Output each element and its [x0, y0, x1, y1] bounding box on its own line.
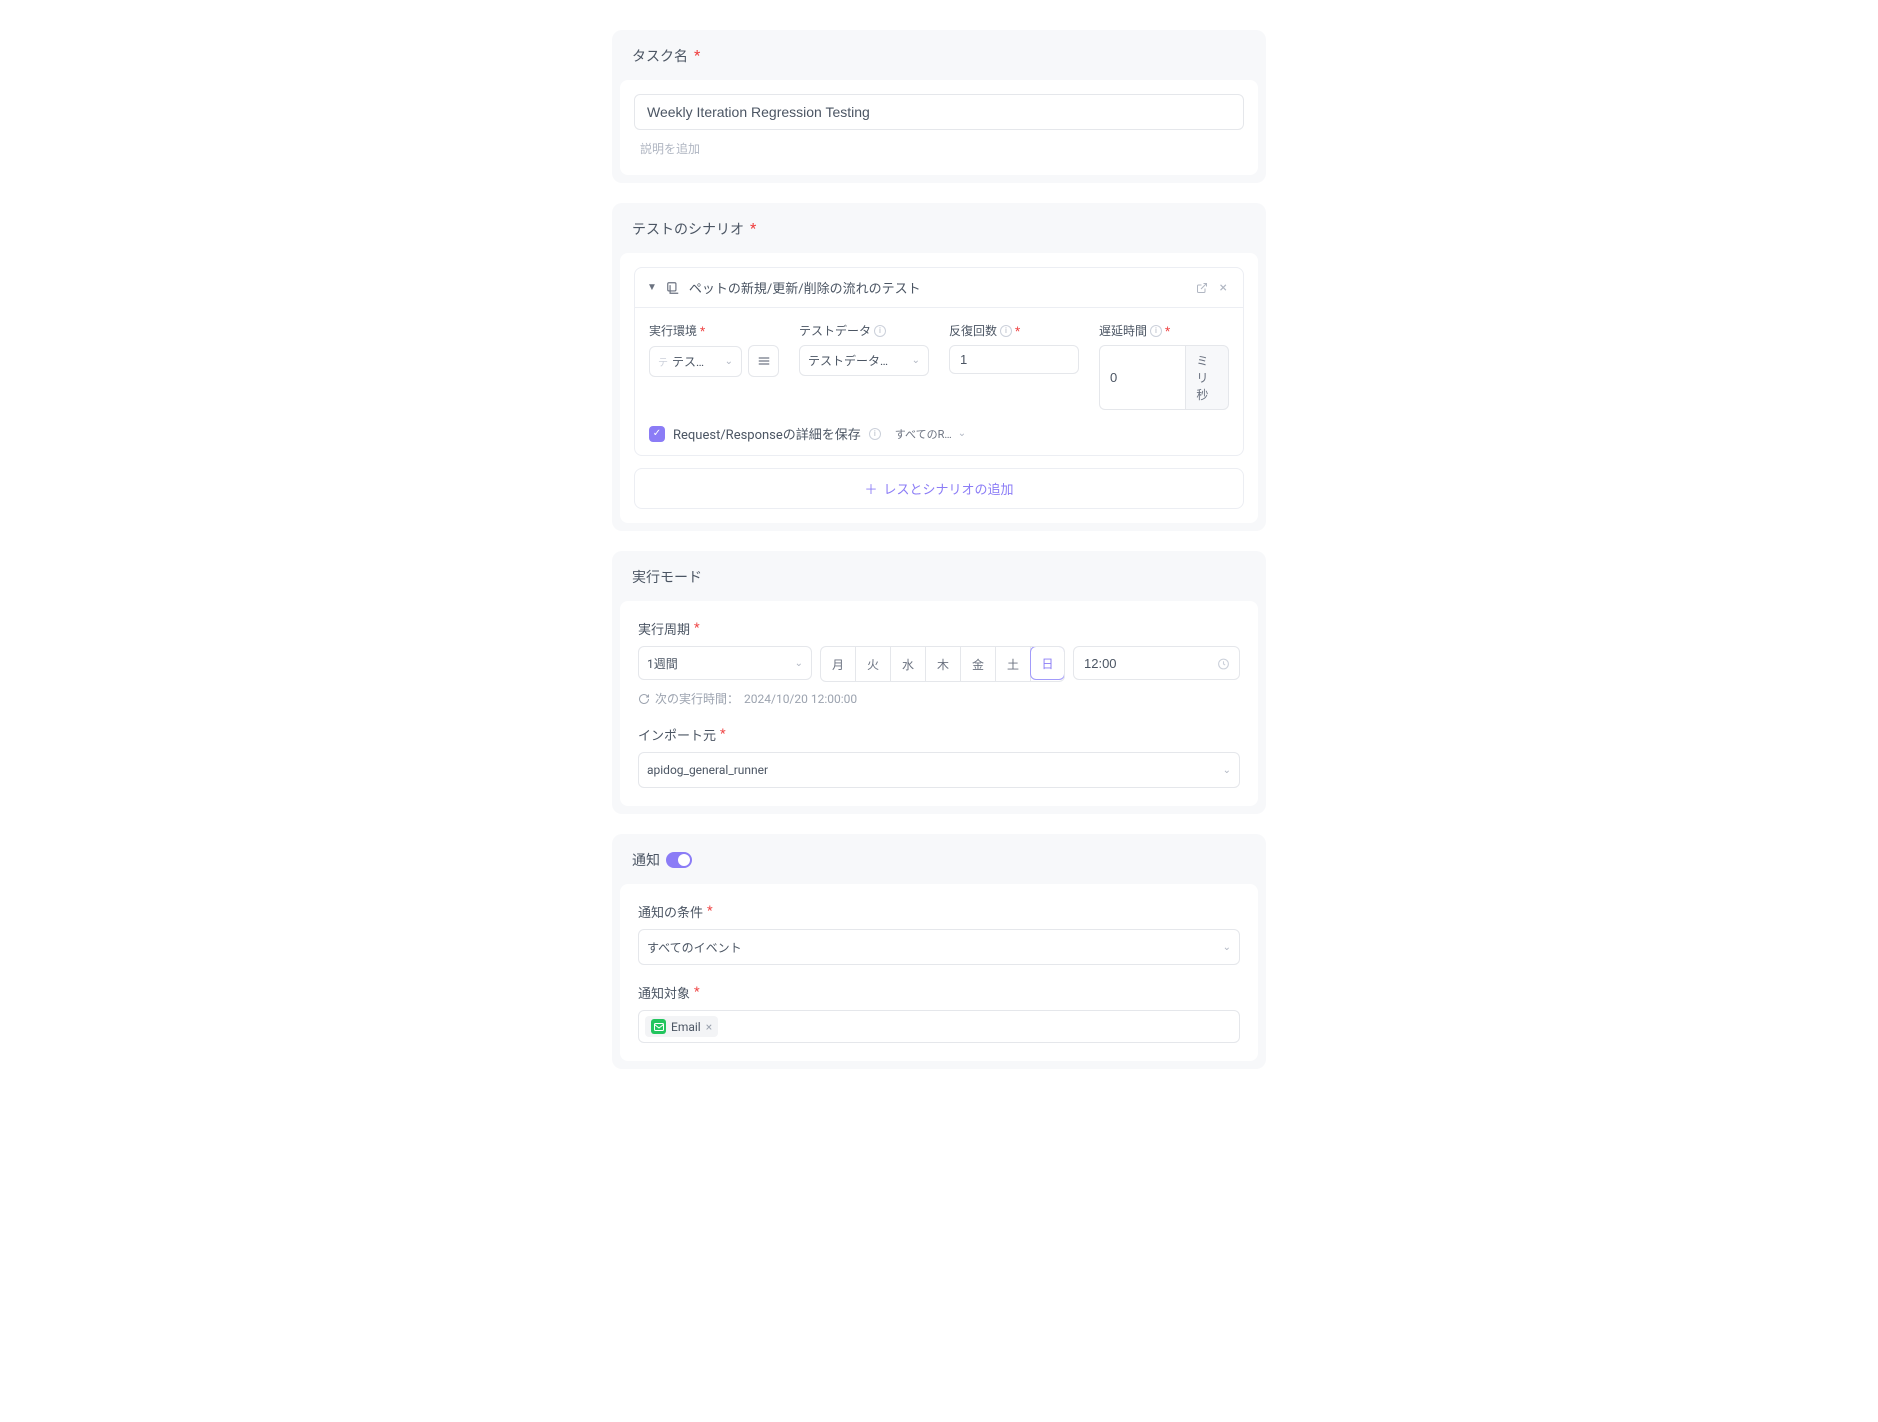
- import-select[interactable]: apidog_general_runner ⌄: [638, 752, 1240, 788]
- notify-condition-label: 通知の条件: [638, 902, 703, 921]
- required-asterisk: *: [1015, 324, 1020, 338]
- task-name-section-title: タスク名 *: [612, 30, 1266, 80]
- chevron-down-icon: ⌄: [1223, 942, 1231, 953]
- scenario-header: ▼ ペットの新規/更新/削除の流れのテスト ×: [635, 268, 1243, 308]
- required-asterisk: *: [694, 621, 700, 636]
- task-name-card: タスク名 * 説明を追加: [612, 30, 1266, 183]
- required-asterisk: *: [700, 324, 705, 338]
- remove-scenario-icon[interactable]: ×: [1216, 280, 1231, 296]
- save-detail-scope-value: すべてのR…: [895, 426, 952, 442]
- time-input[interactable]: [1073, 646, 1240, 680]
- env-select[interactable]: テ テス… ⌄: [649, 346, 742, 377]
- delay-label: 遅延時間: [1099, 322, 1147, 339]
- env-label: 実行環境: [649, 322, 697, 339]
- next-run-row: 次の実行時間： 2024/10/20 12:00:00: [638, 690, 1240, 707]
- testdata-value: テストデータ…: [808, 352, 888, 369]
- notify-toggle[interactable]: [666, 852, 692, 868]
- required-asterisk: *: [1165, 324, 1170, 338]
- run-mode-card: 実行モード 実行周期 * 1週間 ⌄ 月火水木金土日: [612, 551, 1266, 814]
- add-scenario-button[interactable]: ＋ レスとシナリオの追加: [634, 468, 1244, 509]
- notify-target-chip: Email ×: [645, 1016, 718, 1037]
- required-asterisk: *: [694, 985, 700, 1000]
- scenario-icon: [665, 280, 681, 296]
- chip-remove-icon[interactable]: ×: [706, 1020, 712, 1034]
- save-detail-label: Request/Responseの詳細を保存: [673, 424, 861, 443]
- notify-label: 通知: [632, 850, 660, 870]
- weekday-option[interactable]: 木: [926, 647, 961, 681]
- scenario-title: ペットの新規/更新/削除の流れのテスト: [689, 278, 1188, 297]
- period-value: 1週間: [647, 655, 678, 672]
- required-asterisk: *: [720, 727, 726, 742]
- clock-icon: [1217, 658, 1230, 671]
- notify-card: 通知 通知の条件 * すべてのイベント ⌄ 通知対象 * Email ×: [612, 834, 1266, 1069]
- notify-condition-select[interactable]: すべてのイベント ⌄: [638, 929, 1240, 965]
- env-value: テス…: [672, 353, 704, 370]
- plus-icon: ＋: [864, 483, 877, 498]
- info-icon[interactable]: i: [874, 325, 886, 337]
- import-label: インポート元: [638, 725, 716, 744]
- iterations-input[interactable]: [949, 345, 1079, 374]
- info-icon[interactable]: i: [869, 428, 881, 440]
- info-icon[interactable]: i: [1150, 325, 1162, 337]
- task-description-placeholder[interactable]: 説明を追加: [634, 130, 1244, 161]
- info-icon[interactable]: i: [1000, 325, 1012, 337]
- weekday-option[interactable]: 金: [961, 647, 996, 681]
- required-asterisk: *: [694, 48, 700, 64]
- add-scenario-label: レスとシナリオの追加: [884, 483, 1014, 498]
- required-asterisk: *: [707, 904, 713, 919]
- notify-condition-value: すべてのイベント: [647, 939, 742, 956]
- scenario-item: ▼ ペットの新規/更新/削除の流れのテスト × 実行環境: [634, 267, 1244, 456]
- weekday-option[interactable]: 土: [996, 647, 1031, 681]
- notify-target-input[interactable]: Email ×: [638, 1010, 1240, 1043]
- notify-target-label: 通知対象: [638, 983, 690, 1002]
- chip-label: Email: [671, 1020, 701, 1034]
- testdata-label: テストデータ: [799, 322, 871, 339]
- save-detail-scope-select[interactable]: すべてのR… ⌄: [895, 426, 966, 442]
- delay-input[interactable]: [1099, 345, 1185, 410]
- run-mode-label: 実行モード: [632, 567, 702, 587]
- refresh-icon: [638, 693, 650, 705]
- chevron-down-icon: ⌄: [795, 658, 803, 669]
- weekday-option[interactable]: 月: [821, 647, 856, 681]
- iterations-label: 反復回数: [949, 322, 997, 339]
- weekday-option[interactable]: 水: [891, 647, 926, 681]
- collapse-caret-icon[interactable]: ▼: [647, 282, 657, 293]
- chevron-down-icon: ⌄: [912, 355, 920, 366]
- weekday-option[interactable]: 日: [1030, 646, 1065, 680]
- weekday-picker: 月火水木金土日: [820, 646, 1065, 682]
- chevron-down-icon: ⌄: [958, 428, 966, 439]
- period-select[interactable]: 1週間 ⌄: [638, 646, 812, 680]
- chevron-down-icon: ⌄: [725, 356, 733, 367]
- chevron-down-icon: ⌄: [1223, 765, 1231, 776]
- task-name-input[interactable]: [634, 94, 1244, 130]
- next-run-value: 2024/10/20 12:00:00: [744, 692, 857, 706]
- period-label: 実行周期: [638, 619, 690, 638]
- delay-unit: ミリ秒: [1185, 345, 1229, 410]
- required-asterisk: *: [750, 221, 756, 237]
- test-scenario-label: テストのシナリオ: [632, 219, 744, 239]
- test-scenario-section-title: テストのシナリオ *: [612, 203, 1266, 253]
- env-config-button[interactable]: [748, 345, 779, 377]
- notify-section-title: 通知: [612, 834, 1266, 884]
- weekday-option[interactable]: 火: [856, 647, 891, 681]
- next-run-label: 次の実行時間：: [655, 690, 739, 707]
- task-name-label: タスク名: [632, 46, 688, 66]
- save-detail-checkbox[interactable]: ✓: [649, 426, 665, 442]
- env-prefix-icon: テ: [658, 354, 668, 369]
- run-mode-section-title: 実行モード: [612, 551, 1266, 601]
- open-external-icon[interactable]: [1196, 282, 1208, 294]
- testdata-select[interactable]: テストデータ… ⌄: [799, 345, 929, 376]
- email-icon: [651, 1019, 666, 1034]
- test-scenario-card: テストのシナリオ * ▼ ペットの新規/更新/削除の流れのテスト ×: [612, 203, 1266, 531]
- import-value: apidog_general_runner: [647, 763, 768, 777]
